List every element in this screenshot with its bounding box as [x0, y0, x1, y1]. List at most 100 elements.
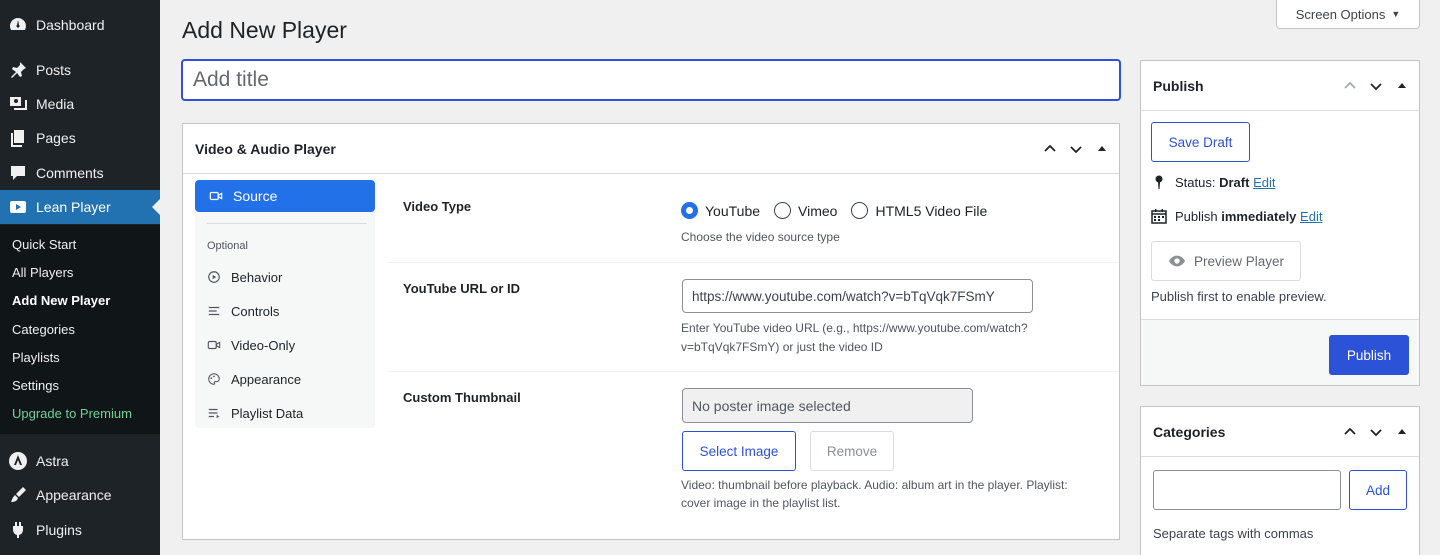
video-type-help: Choose the video source type	[681, 230, 840, 244]
admin-menu: Dashboard Posts Media Pages Comments Lea…	[0, 0, 160, 555]
menu-item-lean-player[interactable]: Lean Player	[0, 190, 160, 224]
page-title: Add New Player	[182, 17, 347, 43]
palette-icon	[208, 373, 220, 385]
brush-icon	[0, 485, 36, 505]
submenu-add-new-player[interactable]: Add New Player	[12, 293, 110, 308]
publish-time-value: immediately	[1221, 208, 1297, 224]
menu-label: Media	[36, 96, 75, 112]
tab-behavior[interactable]: Behavior	[207, 267, 282, 287]
camera-icon	[209, 191, 223, 201]
radio-button[interactable]	[681, 202, 698, 219]
tabs-divider	[207, 223, 367, 224]
submenu-categories[interactable]: Categories	[12, 322, 75, 337]
pin-icon	[1155, 175, 1163, 189]
menu-label: Posts	[36, 62, 72, 78]
move-down-icon[interactable]	[1065, 138, 1087, 160]
screen-options-button[interactable]: Screen Options ▼	[1276, 0, 1420, 29]
move-down-icon[interactable]	[1365, 421, 1387, 443]
menu-item-posts[interactable]: Posts	[0, 53, 160, 87]
tab-label: Appearance	[231, 371, 302, 387]
pages-icon	[0, 128, 36, 148]
submenu-settings[interactable]: Settings	[12, 378, 59, 393]
radio-button[interactable]	[851, 202, 869, 219]
preview-player-label: Preview Player	[1193, 253, 1285, 269]
move-up-icon[interactable]	[1039, 138, 1061, 160]
menu-item-dashboard[interactable]: Dashboard	[0, 8, 160, 42]
publish-time-label: Publish	[1175, 208, 1218, 224]
schedule-row: Publish immediately Edit	[1151, 208, 1322, 224]
playlist-icon	[208, 408, 220, 419]
edit-publish-time-link[interactable]: Edit	[1300, 209, 1322, 224]
categories-box: Categories Add Separate tags with commas	[1140, 406, 1420, 555]
select-image-button[interactable]: Select Image	[682, 431, 796, 471]
caret-down-icon: ▼	[1391, 9, 1401, 19]
postbox-controls	[1339, 407, 1413, 457]
tab-playlist-data[interactable]: Playlist Data	[207, 403, 303, 423]
tab-video-only[interactable]: Video-Only	[207, 335, 295, 355]
camera-icon	[207, 340, 221, 350]
submenu-upgrade-premium[interactable]: Upgrade to Premium	[12, 406, 132, 421]
custom-thumbnail-label: Custom Thumbnail	[403, 390, 521, 405]
status-label: Status:	[1175, 174, 1216, 190]
preview-player-button[interactable]: Preview Player	[1151, 241, 1301, 281]
toggle-panel-icon[interactable]	[1391, 421, 1413, 443]
lines-icon	[208, 306, 220, 316]
youtube-url-help-2: v=bTqVqk7FSmY) or just the video ID	[681, 340, 883, 354]
add-category-button[interactable]: Add	[1349, 470, 1407, 510]
menu-label: Plugins	[36, 522, 82, 538]
eye-icon	[1168, 255, 1186, 267]
tab-source[interactable]: Source	[195, 180, 375, 212]
toggle-panel-icon[interactable]	[1391, 75, 1413, 97]
submenu-playlists[interactable]: Playlists	[12, 350, 60, 365]
remove-image-button[interactable]: Remove	[810, 431, 894, 471]
submenu-all-players[interactable]: All Players	[12, 265, 73, 280]
menu-item-comments[interactable]: Comments	[0, 156, 160, 190]
poster-image-field	[682, 388, 973, 423]
calendar-icon	[1151, 209, 1167, 224]
plugin-icon	[0, 520, 36, 540]
save-draft-button[interactable]: Save Draft	[1151, 122, 1250, 162]
play-circle-icon	[208, 271, 220, 283]
radio-vimeo[interactable]: Vimeo	[774, 202, 837, 219]
move-up-icon[interactable]	[1339, 421, 1361, 443]
move-down-icon[interactable]	[1365, 75, 1387, 97]
video-icon	[0, 197, 36, 217]
title-input[interactable]	[181, 59, 1121, 101]
submenu: Quick Start All Players Add New Player C…	[0, 225, 160, 434]
postbox-controls	[1039, 124, 1113, 174]
edit-status-link[interactable]: Edit	[1253, 175, 1275, 190]
menu-label: Dashboard	[36, 17, 105, 33]
player-settings-box: Video & Audio Player Source Optional Beh…	[182, 123, 1120, 540]
radio-label: HTML5 Video File	[875, 202, 988, 219]
menu-item-astra[interactable]: Astra	[0, 444, 160, 478]
youtube-url-input[interactable]	[682, 279, 1033, 313]
menu-item-pages[interactable]: Pages	[0, 121, 160, 155]
radio-button[interactable]	[774, 202, 792, 219]
submenu-quick-start[interactable]: Quick Start	[12, 237, 76, 252]
menu-item-plugins[interactable]: Plugins	[0, 513, 160, 547]
radio-label: Vimeo	[798, 202, 838, 219]
tabs-section-label: Optional	[207, 240, 248, 252]
toggle-panel-icon[interactable]	[1091, 138, 1113, 160]
screen-options-label: Screen Options	[1295, 6, 1386, 22]
categories-help: Separate tags with commas	[1153, 526, 1314, 541]
postbox-header: Video & Audio Player	[183, 124, 1119, 174]
category-input[interactable]	[1153, 470, 1341, 510]
video-type-radios: YouTube Vimeo HTML5 Video File	[681, 202, 1001, 219]
menu-label: Lean Player	[36, 199, 111, 215]
radio-html5[interactable]: HTML5 Video File	[851, 202, 987, 219]
tab-controls[interactable]: Controls	[207, 301, 279, 321]
radio-youtube[interactable]: YouTube	[681, 202, 760, 219]
tab-label: Controls	[231, 303, 280, 319]
postbox-title: Publish	[1153, 77, 1204, 94]
tab-label: Playlist Data	[231, 405, 304, 421]
tab-appearance[interactable]: Appearance	[207, 369, 301, 389]
row-divider	[388, 262, 1119, 263]
comment-icon	[0, 163, 36, 183]
row-divider	[388, 371, 1119, 372]
video-type-label: Video Type	[403, 199, 472, 214]
move-up-icon[interactable]	[1339, 75, 1361, 97]
menu-item-appearance[interactable]: Appearance	[0, 478, 160, 512]
menu-item-media[interactable]: Media	[0, 87, 160, 121]
publish-button[interactable]: Publish	[1329, 335, 1409, 375]
